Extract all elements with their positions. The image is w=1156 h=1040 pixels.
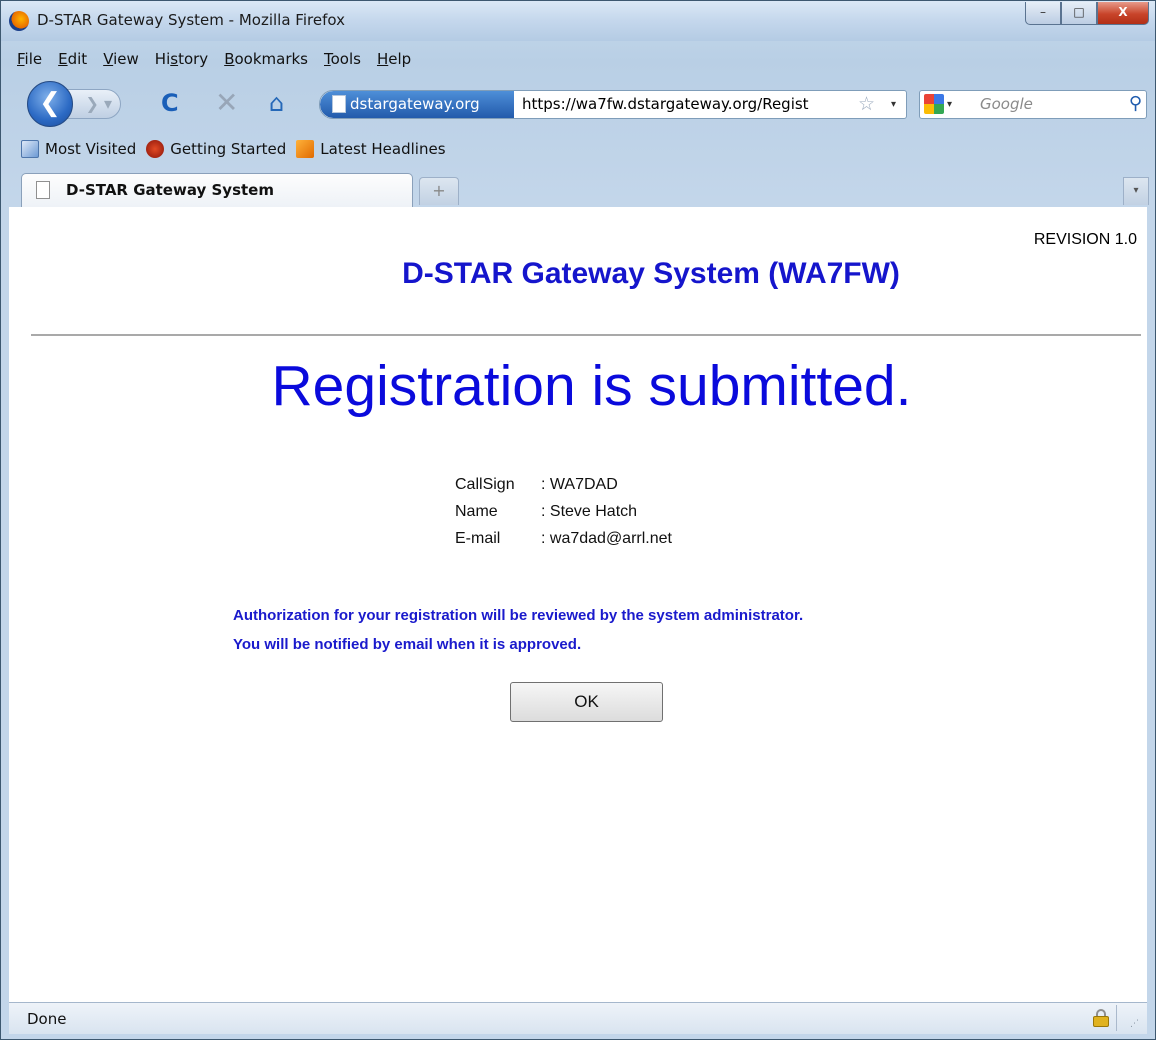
bookmark-star-icon[interactable]: ☆ (858, 92, 875, 116)
search-input[interactable]: Google (980, 91, 1033, 117)
reload-icon[interactable]: C (161, 90, 179, 116)
lock-body (1093, 1016, 1109, 1027)
tab-list-button[interactable]: ▾ (1123, 177, 1149, 205)
title-bar[interactable]: D-STAR Gateway System - Mozilla Firefox … (1, 1, 1155, 41)
browser-window: D-STAR Gateway System - Mozilla Firefox … (0, 0, 1156, 1040)
registration-details: CallSign : WA7DAD Name : Steve Hatch E-m… (455, 471, 672, 552)
site-identity-button[interactable]: dstargateway.org (320, 91, 514, 118)
bookmarks-toolbar: Most Visited Getting Started Latest Head… (21, 137, 446, 161)
navigation-toolbar: ❯ ▾ ❮ C ✕ ⌂ dstargateway.org https://wa7… (1, 77, 1155, 127)
menu-tools-label: ools (330, 50, 361, 68)
page-icon (332, 95, 346, 113)
google-engine-icon[interactable] (924, 94, 944, 114)
tab-d-star-gateway[interactable]: D-STAR Gateway System (21, 173, 413, 207)
detail-row-callsign: CallSign : WA7DAD (455, 471, 672, 498)
menu-file[interactable]: File (9, 45, 50, 73)
firefox-logo-icon (9, 11, 29, 31)
menu-history-label: tory (178, 50, 209, 68)
divider (31, 334, 1141, 336)
firefox-icon (146, 140, 165, 158)
menu-file-mnemonic: F (17, 50, 25, 68)
menu-help-label: elp (388, 50, 412, 68)
menu-help-mnemonic: H (376, 50, 389, 68)
ok-button[interactable]: OK (510, 682, 663, 722)
menu-view-label: iew (113, 50, 139, 68)
resize-grip-icon[interactable]: ⋰ (1130, 1019, 1139, 1029)
minimize-button[interactable]: – (1025, 2, 1061, 25)
menu-tools[interactable]: Tools (316, 45, 369, 73)
notice-line-2: You will be notified by email when it is… (233, 636, 582, 653)
callsign-value: : WA7DAD (541, 476, 618, 493)
site-identity-label: dstargateway.org (350, 95, 480, 113)
page-icon (36, 181, 50, 199)
close-button[interactable]: X (1097, 2, 1149, 25)
email-value: : wa7dad@arrl.net (541, 530, 672, 547)
window-title: D-STAR Gateway System - Mozilla Firefox (37, 11, 345, 29)
tab-strip: D-STAR Gateway System + ▾ (1, 167, 1155, 207)
name-label: Name (455, 503, 498, 520)
menu-bookmarks[interactable]: Bookmarks (216, 45, 316, 73)
home-icon[interactable]: ⌂ (269, 90, 284, 116)
bookmark-latest-headlines[interactable]: Latest Headlines (296, 137, 446, 161)
detail-row-name: Name : Steve Hatch (455, 498, 672, 525)
menu-file-label: ile (24, 50, 43, 68)
url-history-dropdown-icon[interactable]: ▾ (891, 91, 896, 118)
stop-icon[interactable]: ✕ (215, 89, 238, 117)
bookmark-label: Getting Started (170, 140, 287, 158)
callsign-label: CallSign (455, 476, 515, 493)
notice-line-1: Authorization for your registration will… (233, 607, 804, 624)
menu-view[interactable]: View (95, 45, 147, 73)
url-bar[interactable]: dstargateway.org https://wa7fw.dstargate… (319, 90, 907, 119)
bookmark-label: Most Visited (45, 140, 137, 158)
status-bar: Done ⋰ (9, 1002, 1147, 1034)
confirmation-heading: Registration is submitted. (271, 354, 912, 418)
menu-history-prefix: Hi (154, 50, 171, 68)
page-title: D-STAR Gateway System (WA7FW) (402, 257, 900, 290)
menu-bookmarks-mnemonic: B (224, 50, 235, 68)
menu-bar: File Edit View History Bookmarks Tools H… (9, 45, 419, 73)
menu-help[interactable]: Help (369, 45, 419, 73)
lock-icon[interactable] (1093, 1009, 1109, 1027)
menu-bookmarks-label: ookmarks (234, 50, 308, 68)
new-tab-button[interactable]: + (419, 177, 459, 205)
menu-tools-mnemonic: T (324, 50, 331, 68)
status-separator (1116, 1005, 1117, 1031)
rss-icon (296, 140, 315, 158)
menu-history-mnemonic: s (170, 50, 179, 68)
page-content: REVISION 1.0 D-STAR Gateway System (WA7F… (9, 207, 1147, 1002)
status-text: Done (27, 1010, 67, 1028)
authorization-notice: Authorization for your registration will… (233, 601, 803, 659)
menu-edit[interactable]: Edit (50, 45, 95, 73)
most-visited-icon (21, 140, 39, 158)
maximize-button[interactable]: □ (1061, 2, 1097, 25)
search-icon[interactable]: ⚲ (1129, 92, 1142, 116)
tab-title: D-STAR Gateway System (66, 181, 274, 199)
menu-edit-label: dit (67, 50, 88, 68)
detail-row-email: E-mail : wa7dad@arrl.net (455, 525, 672, 552)
email-label: E-mail (455, 530, 501, 547)
search-bar[interactable]: ▾ Google ⚲ (919, 90, 1147, 119)
search-engine-dropdown-icon[interactable]: ▾ (947, 91, 952, 118)
menu-edit-mnemonic: E (58, 50, 68, 68)
back-button[interactable]: ❮ (27, 81, 73, 127)
menu-history[interactable]: History (147, 45, 216, 73)
name-value: : Steve Hatch (541, 503, 638, 520)
bookmark-most-visited[interactable]: Most Visited (21, 137, 136, 161)
menu-view-mnemonic: V (103, 50, 114, 68)
window-controls: – □ X (1025, 2, 1149, 25)
bookmark-label: Latest Headlines (320, 140, 446, 158)
url-input[interactable]: https://wa7fw.dstargateway.org/Regist (522, 91, 852, 118)
bookmark-getting-started[interactable]: Getting Started (146, 137, 286, 161)
revision-label: REVISION 1.0 (1033, 231, 1137, 248)
